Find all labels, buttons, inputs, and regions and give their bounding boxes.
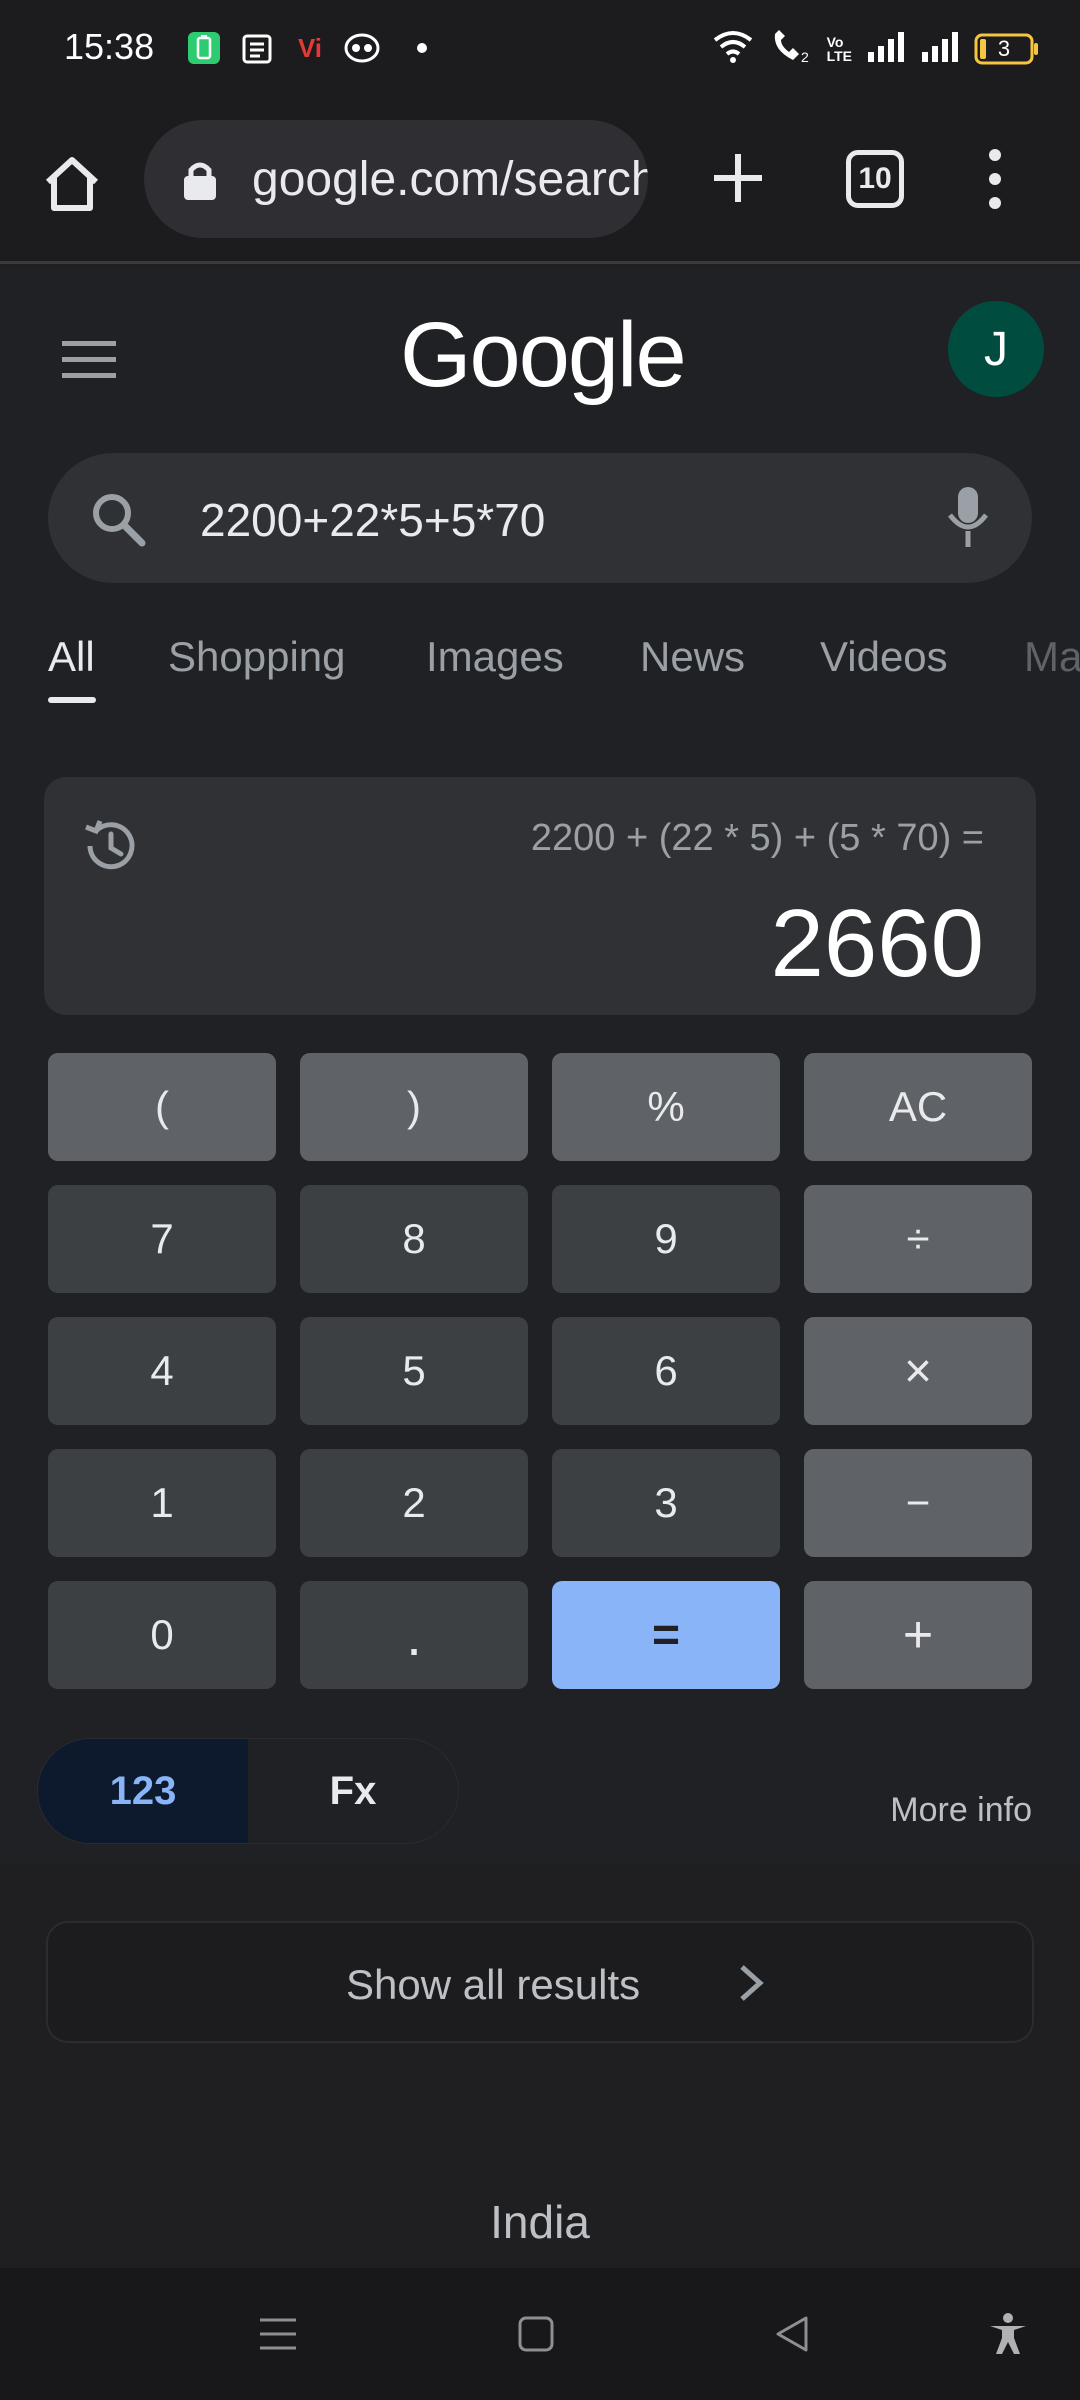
browser-toolbar: google.com/search?q=2200+22*5+5*70 10 <box>0 96 1080 264</box>
search-icon <box>90 491 146 547</box>
url-bar[interactable]: google.com/search?q=2200+22*5+5*70 <box>144 120 648 238</box>
battery-saver-icon <box>186 30 222 66</box>
vi-icon: Vi <box>297 32 323 63</box>
mode-scientific-button[interactable]: Fx <box>248 1739 458 1843</box>
key-divide[interactable]: ÷ <box>804 1185 1032 1293</box>
key-5[interactable]: 5 <box>300 1317 528 1425</box>
tab-active-indicator <box>48 697 96 703</box>
key-close-paren[interactable]: ) <box>300 1053 528 1161</box>
calculator-result: 2660 <box>770 890 984 997</box>
home-square-icon[interactable] <box>514 2312 558 2356</box>
key-open-paren[interactable]: ( <box>48 1053 276 1161</box>
lock-icon <box>180 158 220 202</box>
new-tab-button[interactable] <box>708 148 768 208</box>
key-decimal[interactable]: . <box>300 1581 528 1689</box>
tab-all[interactable]: All <box>48 633 95 681</box>
google-header: Google J 2200+22*5+5*70 All Shopping Ima… <box>0 267 1080 737</box>
search-input[interactable]: 2200+22*5+5*70 <box>200 493 545 547</box>
google-logo[interactable]: Google <box>400 303 687 408</box>
battery-level: 3 <box>997 35 1011 61</box>
key-2[interactable]: 2 <box>300 1449 528 1557</box>
search-tabs: All Shopping Images News Videos Ma <box>0 633 1080 737</box>
location-country: India <box>490 2196 590 2248</box>
show-all-results-button[interactable]: Show all results <box>46 1921 1034 2043</box>
history-icon[interactable] <box>78 815 140 877</box>
chevron-right-icon <box>736 1963 766 2003</box>
tab-news[interactable]: News <box>640 633 745 681</box>
signal-2-icon <box>920 30 960 67</box>
signal-1-icon <box>866 30 906 67</box>
tab-videos[interactable]: Videos <box>820 633 948 681</box>
calculator-display: 2200 + (22 * 5) + (5 * 70) = 2660 <box>44 777 1036 1015</box>
key-4[interactable]: 4 <box>48 1317 276 1425</box>
status-time: 15:38 <box>64 26 155 67</box>
calculator-widget: 2200 + (22 * 5) + (5 * 70) = 2660 ( ) % … <box>0 737 1080 1865</box>
key-9[interactable]: 9 <box>552 1185 780 1293</box>
key-subtract[interactable]: − <box>804 1449 1032 1557</box>
volte-icon: Vo LTE <box>826 33 852 64</box>
key-6[interactable]: 6 <box>552 1317 780 1425</box>
key-7[interactable]: 7 <box>48 1185 276 1293</box>
url-text[interactable]: google.com/search?q=2200+22*5+5*70 <box>252 152 648 207</box>
calculator-mode-toggle: 123 Fx <box>38 1739 458 1843</box>
mic-icon[interactable] <box>944 485 992 549</box>
key-all-clear[interactable]: AC <box>804 1053 1032 1161</box>
search-results-page: Google J 2200+22*5+5*70 All Shopping Ima… <box>0 267 1080 2264</box>
battery-icon: 3 <box>974 33 1040 65</box>
key-0[interactable]: 0 <box>48 1581 276 1689</box>
tab-images[interactable]: Images <box>426 633 564 681</box>
status-right-icons: 2 Vo LTE 3 <box>711 28 1040 69</box>
calculator-expression: 2200 + (22 * 5) + (5 * 70) = <box>530 817 984 859</box>
key-add[interactable]: + <box>804 1581 1032 1689</box>
tab-switcher-button[interactable]: 10 <box>846 150 904 208</box>
wifi-icon <box>711 28 755 69</box>
tab-shopping[interactable]: Shopping <box>168 633 346 681</box>
more-info-link[interactable]: More info <box>890 1791 1032 1830</box>
key-percent[interactable]: % <box>552 1053 780 1161</box>
status-bar: 15:38 Vi 2 Vo LTE 3 <box>0 0 1080 96</box>
more-vert-icon[interactable] <box>980 146 1010 212</box>
system-navigation-bar <box>0 2268 1080 2400</box>
recents-menu-icon[interactable] <box>256 2312 300 2356</box>
home-icon[interactable] <box>40 152 104 216</box>
tab-more[interactable]: Ma <box>1024 633 1080 681</box>
svg-text:2: 2 <box>801 49 809 64</box>
key-8[interactable]: 8 <box>300 1185 528 1293</box>
show-all-results-label: Show all results <box>346 1961 641 2008</box>
gaming-icon <box>344 30 380 66</box>
mode-basic-button[interactable]: 123 <box>38 1739 248 1843</box>
avatar[interactable]: J <box>948 301 1044 397</box>
key-3[interactable]: 3 <box>552 1449 780 1557</box>
key-multiply[interactable]: × <box>804 1317 1032 1425</box>
key-equals[interactable]: = <box>552 1581 780 1689</box>
search-box[interactable]: 2200+22*5+5*70 <box>48 453 1032 583</box>
back-triangle-icon[interactable] <box>770 2312 814 2356</box>
news-icon <box>240 30 276 66</box>
accessibility-icon[interactable] <box>986 2312 1030 2356</box>
dot-icon <box>404 30 440 66</box>
wifi-calling-icon: 2 <box>769 28 813 69</box>
menu-icon[interactable] <box>60 337 120 381</box>
key-1[interactable]: 1 <box>48 1449 276 1557</box>
